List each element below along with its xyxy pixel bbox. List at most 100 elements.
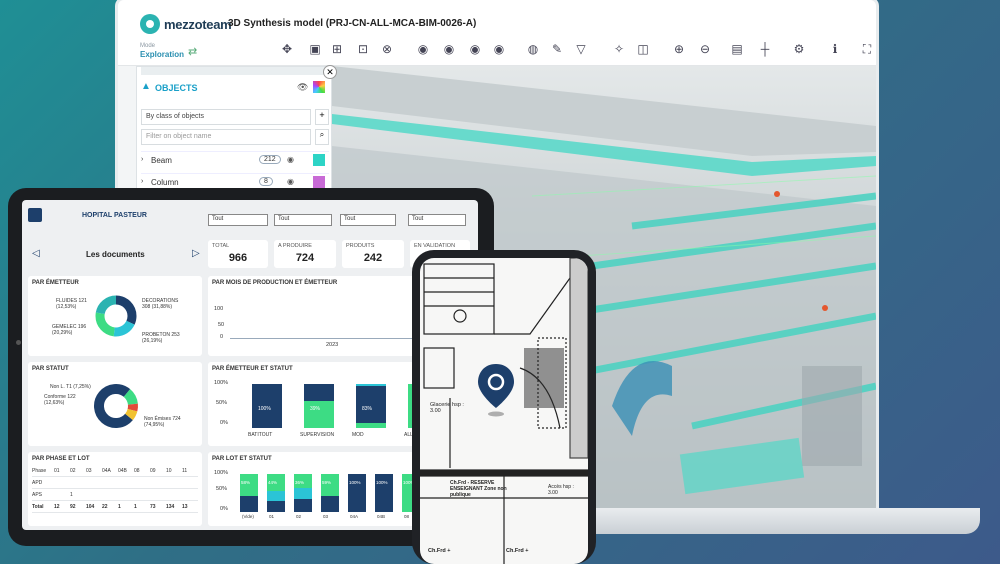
class-select[interactable]: By class of objects	[141, 109, 311, 125]
eye-icon[interactable]: 👁	[297, 82, 308, 93]
table-par-phase: PAR PHASE ET LOT Phase 01 02 03 04A 04B 08 09 10…	[28, 452, 202, 526]
app-logo: mezzoteam	[164, 17, 232, 32]
stacked-bar-segment[interactable]	[267, 490, 285, 501]
mode-selector[interactable]: Exploration	[140, 50, 184, 59]
prev-arrow-icon[interactable]: ◁	[32, 248, 40, 259]
close-icon[interactable]: ✕	[323, 65, 337, 79]
chart-title: PAR STATUT	[32, 366, 69, 372]
stacked-bar-segment[interactable]	[304, 384, 334, 402]
eye-icon[interactable]: ◉	[414, 40, 432, 58]
object-class-name: Column	[151, 178, 179, 187]
object-class-row[interactable]: › Beam 212 ◉	[141, 151, 329, 169]
stacked-bar-segment[interactable]	[321, 496, 339, 512]
zoom-out-icon[interactable]: ⊖	[696, 40, 714, 58]
table-row: Total 12 92 104 22 1 1 73 134 13	[32, 502, 198, 513]
stacked-bar-segment[interactable]	[356, 384, 386, 387]
chevron-right-icon[interactable]: ›	[141, 178, 143, 185]
bar-label: 83%	[362, 406, 373, 412]
table-row: Phase 01 02 03 04A 04B 08 09 10 11	[32, 466, 198, 477]
legend-label: GEMELEC 196 (20,29%)	[52, 324, 87, 336]
kpi-total: TOTAL 966	[208, 240, 268, 268]
bar-label: 59%	[322, 480, 332, 485]
y-tick: 100%	[214, 470, 229, 476]
move-icon[interactable]: ✥	[278, 40, 296, 58]
legend-label: Non L. T1 (7,25%)	[50, 384, 91, 390]
info-icon[interactable]: ℹ	[826, 40, 844, 58]
y-tick: 50	[218, 322, 225, 328]
y-tick: 0%	[220, 506, 228, 512]
color-palette-icon[interactable]	[313, 81, 325, 93]
add-icon[interactable]: +	[315, 109, 329, 125]
legend-label: PROBETON 253 (26,19%)	[142, 332, 180, 344]
floorplan-screen[interactable]: Glacerie hsp : 3.00 Accès hsp : 3.00 Ch.…	[420, 258, 588, 564]
table-cell: 03	[86, 468, 92, 474]
globe-icon[interactable]: ◍	[524, 40, 542, 58]
table-cell: 09	[150, 468, 156, 474]
select-icon[interactable]: ⊡	[354, 40, 372, 58]
bar-label: 100%	[258, 406, 271, 412]
color-swatch[interactable]	[313, 154, 325, 166]
search-icon[interactable]: ⌕	[315, 129, 329, 145]
filter-icon[interactable]: ▽	[572, 40, 590, 58]
next-arrow-icon[interactable]: ▷	[192, 248, 200, 259]
table-cell: 1	[118, 504, 121, 510]
table-row: APD	[32, 478, 198, 489]
clear-icon[interactable]: ⊗	[378, 40, 396, 58]
stacked-bar-segment[interactable]	[240, 474, 258, 497]
measure-icon[interactable]: ⊞	[328, 40, 346, 58]
kpi-a-produire: A PRODUIRE 724	[274, 240, 336, 268]
eye-icon[interactable]: ◉	[287, 177, 294, 186]
table-cell: 134	[166, 504, 175, 510]
eye-icon[interactable]: ◉	[466, 40, 484, 58]
table-cell: 11	[182, 468, 188, 474]
stacked-bar-segment[interactable]	[240, 496, 258, 512]
stacked-bar-segment[interactable]	[321, 474, 339, 497]
hospital-logo-icon	[28, 208, 42, 222]
panel-handle[interactable]	[141, 67, 329, 75]
legend-label: DECORATIONS 308 (31,88%)	[142, 298, 179, 310]
x-tick: SUPERVISION	[300, 432, 335, 438]
color-swatch[interactable]	[313, 176, 325, 188]
chevron-right-icon[interactable]: ›	[141, 156, 143, 163]
mode-toggle-icon[interactable]: ⇄	[188, 45, 197, 58]
filter-dropdown-4[interactable]: Tout	[408, 214, 466, 226]
stacked-bar-segment[interactable]	[294, 499, 312, 512]
stacked-bar-segment[interactable]	[356, 422, 386, 428]
map-pin-icon[interactable]	[476, 362, 516, 418]
explode-icon[interactable]: ✧	[610, 40, 628, 58]
kpi-value: 242	[363, 252, 383, 264]
table-cell: Total	[32, 504, 44, 510]
layers-icon[interactable]: ▤	[728, 40, 746, 58]
x-tick: 04A	[350, 514, 359, 519]
stacked-bar-segment[interactable]	[267, 500, 285, 512]
filter-dropdown-3[interactable]: Tout	[340, 214, 396, 226]
axes-icon[interactable]: ┼	[756, 40, 774, 58]
section-icon[interactable]: ▣	[306, 40, 324, 58]
fullscreen-icon[interactable]: ⛶	[858, 40, 876, 58]
room-label: Ch.Frd - RESERVE ENSEIGNANT Zone non pub…	[450, 480, 507, 498]
eye-icon[interactable]: ◉	[287, 155, 294, 164]
cube-icon[interactable]: ◫	[634, 40, 652, 58]
kpi-label: PRODUITS	[346, 243, 375, 249]
x-tick: 02	[296, 514, 302, 519]
zoom-in-icon[interactable]: ⊕	[670, 40, 688, 58]
bar-label: 44%	[268, 480, 278, 485]
table-cell: 22	[102, 504, 108, 510]
donut-statut	[94, 384, 138, 428]
kpi-produits: PRODUITS 242	[342, 240, 404, 268]
x-tick: MOD	[352, 432, 364, 438]
object-filter-input[interactable]: Filter on object name	[141, 129, 311, 145]
stacked-bar-segment[interactable]	[356, 386, 386, 423]
eye-icon[interactable]: ◉	[440, 40, 458, 58]
x-tick: 04B	[377, 514, 386, 519]
chart-title: PAR ÉMETTEUR	[32, 280, 79, 286]
x-label: 2023	[326, 342, 339, 348]
eye-icon[interactable]: ◉	[490, 40, 508, 58]
filter-dropdown-1[interactable]: Tout	[208, 214, 268, 226]
paint-icon[interactable]: ✎	[548, 40, 566, 58]
filter-dropdown-2[interactable]: Tout	[274, 214, 332, 226]
bar-label: 100%	[349, 480, 361, 485]
settings-icon[interactable]: ⚙	[790, 40, 808, 58]
donut-emetteur	[95, 295, 137, 337]
stacked-bar-segment[interactable]	[294, 487, 312, 500]
